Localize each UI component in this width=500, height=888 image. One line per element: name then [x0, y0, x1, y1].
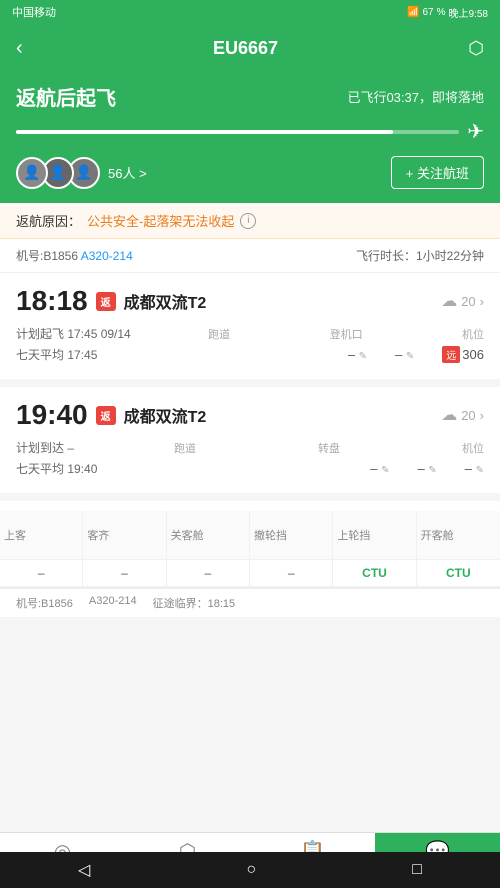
status-cell-1: –: [0, 560, 83, 586]
followers-row: 👤 👤 👤 56人 > + 关注航班: [16, 156, 484, 189]
dep-col-header-2: 登机口: [330, 326, 363, 342]
status-header-row: 上客 客齐 关客舱 撤轮挡 上轮挡 开客舱: [0, 511, 500, 560]
departure-temp: 20: [461, 294, 475, 309]
departure-time-badge: 18:18 返 成都双流T2: [16, 285, 206, 317]
arr-col-header-1: 跑道: [174, 440, 196, 456]
status-col-2-header: 客齐: [83, 511, 166, 559]
battery-label: 67: [423, 7, 434, 18]
bottom-model: A320-214: [89, 595, 137, 611]
departure-avg-label: 七天平均 17:45: [16, 346, 97, 363]
status-col-1-header: 上客: [0, 511, 83, 559]
arr-carousel: – ✎: [418, 461, 437, 476]
flight-status-text: 返航后起飞: [16, 82, 116, 111]
dep-runway: – ✎: [348, 347, 367, 362]
departure-chevron[interactable]: ›: [480, 294, 484, 309]
departure-main-row: 18:18 返 成都双流T2 ☁ 20 ›: [16, 285, 484, 317]
flight-duration: 飞行时长：1小时22分钟: [356, 247, 484, 264]
status-cell-6: CTU: [417, 560, 500, 586]
signal-label: 📶: [407, 7, 419, 18]
avatar-1: 👤: [16, 157, 48, 189]
info-icon[interactable]: i: [240, 213, 256, 229]
dep-gate: – ✎: [395, 347, 414, 362]
departure-avg-row: 七天平均 17:45 – ✎ – ✎ 远 306: [16, 346, 484, 363]
dep-col-header-1: 跑道: [208, 326, 230, 342]
departure-airport: 成都双流T2: [124, 289, 207, 313]
arr-stand: – ✎: [465, 461, 484, 476]
arrival-chevron[interactable]: ›: [480, 408, 484, 423]
ctu-label-6: CTU: [446, 566, 471, 580]
arrival-temp: 20: [461, 408, 475, 423]
arr-col-header-2: 转盘: [318, 440, 340, 456]
arr-runway: – ✎: [370, 461, 389, 476]
status-col-5-header: 上轮挡: [333, 511, 416, 559]
plane-number: 机号:B1856 A320-214: [16, 247, 133, 264]
departure-scheduled-row: 计划起飞 17:45 09/14 跑道 登机口 机位: [16, 325, 484, 342]
arrival-cloud-icon: ☁: [441, 405, 457, 425]
system-nav: ◁ ○ □: [0, 852, 500, 888]
carrier-label: 中国移动: [12, 4, 56, 20]
departure-section: 18:18 返 成都双流T2 ☁ 20 › 计划起飞 17:45 09/14 跑…: [0, 273, 500, 387]
follow-button[interactable]: + 关注航班: [391, 156, 484, 189]
departure-scheduled-label: 计划起飞 17:45 09/14: [16, 325, 131, 342]
status-col-3-header: 关客舱: [167, 511, 250, 559]
return-content: 公共安全-起落架无法收起: [87, 211, 234, 230]
back-system-button[interactable]: ◁: [78, 860, 90, 880]
arrival-scheduled-row: 计划到达 – 跑道 转盘 机位: [16, 439, 484, 456]
back-button[interactable]: ‹: [16, 37, 23, 60]
arrival-time: 19:40: [16, 399, 88, 431]
main-content: 返航后起飞 已飞行03:37，即将落地 ✈ 👤 👤 👤 56人 > + 关注航班…: [0, 72, 500, 796]
flight-number-title: EU6667: [23, 38, 469, 59]
departure-time: 18:18: [16, 285, 88, 317]
header: ‹ EU6667 ⬡: [0, 24, 500, 72]
arrival-airport: 成都双流T2: [124, 403, 207, 427]
departure-tag: 返: [96, 292, 116, 311]
status-col-6-header: 开客舱: [417, 511, 500, 559]
time-label: 晚上9:58: [449, 5, 488, 20]
flight-info-bar: 机号:B1856 A320-214 飞行时长：1小时22分钟: [0, 239, 500, 273]
arrival-weather: ☁ 20 ›: [441, 405, 484, 425]
progress-bar-bg: [16, 130, 459, 134]
departure-weather: ☁ 20 ›: [441, 291, 484, 311]
followers-count[interactable]: 56人 >: [108, 163, 147, 182]
ctu-label-5: CTU: [362, 566, 387, 580]
arrival-scheduled-label: 计划到达 –: [16, 439, 74, 456]
arrival-main-row: 19:40 返 成都双流T2 ☁ 20 ›: [16, 399, 484, 431]
home-system-button[interactable]: ○: [246, 861, 256, 879]
flight-elapsed-text: 已飞行03:37，即将落地: [347, 87, 484, 106]
bottom-plane-no: 机号:B1856: [16, 595, 73, 611]
status-col-4-header: 撤轮挡: [250, 511, 333, 559]
arrival-tag: 返: [96, 406, 116, 425]
status-cell-4: –: [250, 560, 333, 586]
cloud-icon: ☁: [441, 291, 457, 311]
flight-progress: ✈: [16, 119, 484, 144]
status-cell-5: CTU: [333, 560, 416, 586]
avatars-group: 👤 👤 👤: [16, 157, 94, 189]
status-table: 上客 客齐 关客舱 撤轮挡 上轮挡 开客舱 – – – – CTU CTU: [0, 501, 500, 588]
arrival-avg-row: 七天平均 19:40 – ✎ – ✎ – ✎: [16, 460, 484, 477]
bottom-landmark: 征途临界：18:15: [153, 595, 236, 611]
dep-col-header-3: 机位: [462, 326, 484, 342]
status-bar: 中国移动 📶 67% 晚上9:58: [0, 0, 500, 24]
model-link[interactable]: A320-214: [81, 249, 133, 263]
bottom-info: 机号:B1856 A320-214 征途临界：18:15: [0, 588, 500, 617]
dep-stand: 远 306: [442, 346, 484, 363]
return-label: 返航原因：: [16, 211, 81, 230]
progress-bar-fill: [16, 130, 393, 134]
status-data-row: – – – – CTU CTU: [0, 560, 500, 587]
share-button[interactable]: ⬡: [468, 38, 484, 59]
arrival-section: 19:40 返 成都双流T2 ☁ 20 › 计划到达 – 跑道 转盘 机位 七天…: [0, 387, 500, 501]
plane-icon: ✈: [467, 119, 484, 144]
recent-system-button[interactable]: □: [412, 861, 422, 879]
far-tag: 远: [442, 346, 460, 363]
status-right: 📶 67% 晚上9:58: [407, 5, 488, 20]
return-reason-bar: 返航原因： 公共安全-起落架无法收起 i: [0, 203, 500, 239]
arrival-avg-label: 七天平均 19:40: [16, 460, 97, 477]
arr-col-header-3: 机位: [462, 440, 484, 456]
status-cell-2: –: [83, 560, 166, 586]
flight-banner: 返航后起飞 已飞行03:37，即将落地 ✈ 👤 👤 👤 56人 > + 关注航班: [0, 72, 500, 203]
flight-status-row: 返航后起飞 已飞行03:37，即将落地: [16, 82, 484, 111]
status-cell-3: –: [167, 560, 250, 586]
arrival-time-badge: 19:40 返 成都双流T2: [16, 399, 206, 431]
